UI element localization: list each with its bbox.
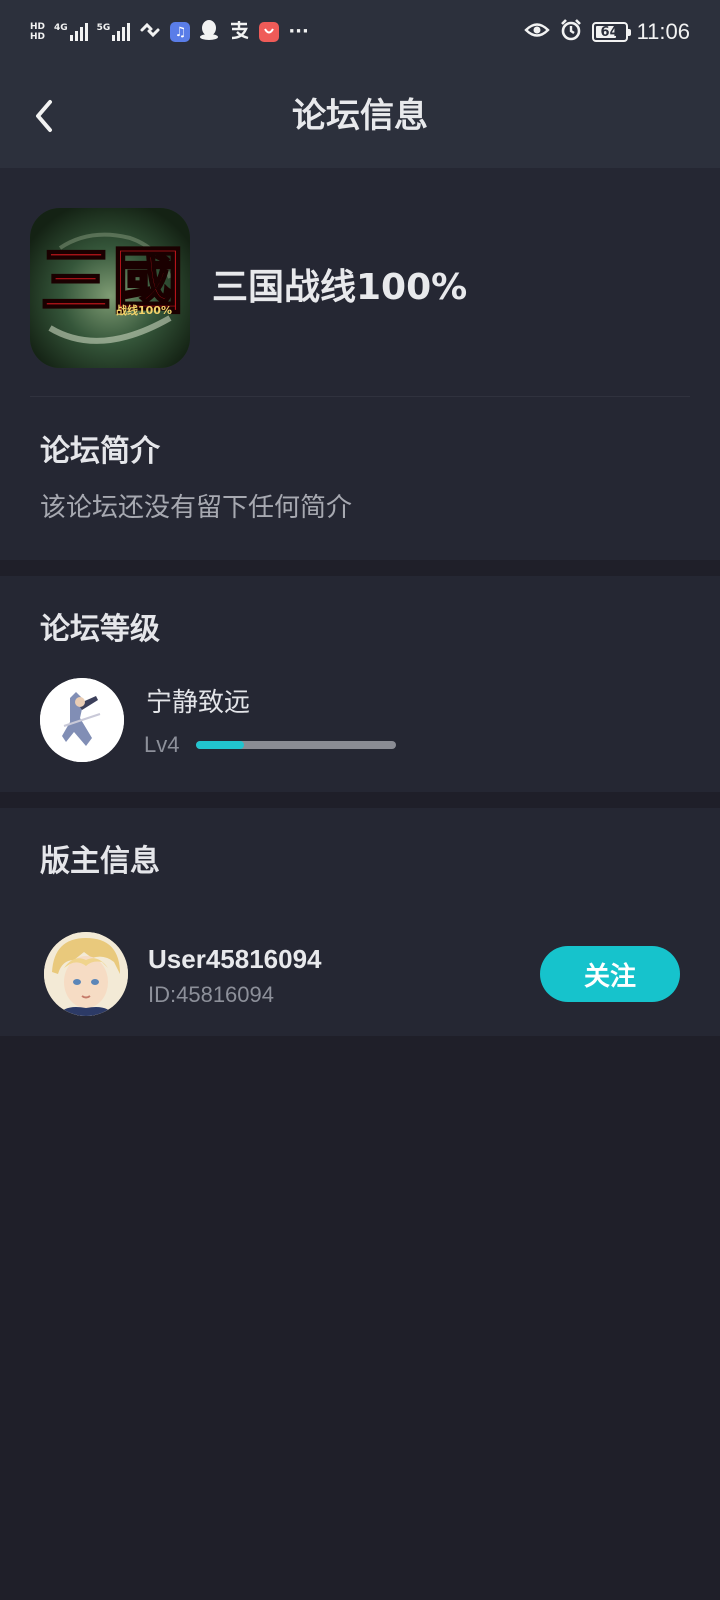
divider (30, 396, 690, 397)
qq-icon (199, 19, 219, 46)
link-icon (139, 21, 161, 44)
level-label: Lv4 (144, 732, 180, 757)
signal-5g: 5G (97, 23, 131, 41)
status-left: HD HD 4G 5G ♫ ··· (30, 19, 309, 46)
signal-bars-icon (69, 23, 88, 41)
moderator-card: 版主信息 User45816094 ID:45816094 关注 (0, 808, 720, 1036)
status-right: 64 11:06 (523, 18, 690, 46)
clock: 11:06 (636, 19, 690, 44)
avatar[interactable] (44, 932, 128, 1016)
svg-text:战线100%: 战线100% (116, 303, 172, 317)
moderator-title: 版主信息 (40, 844, 160, 879)
level-progress-bar (196, 741, 396, 749)
eye-icon (523, 21, 550, 43)
avatar[interactable] (40, 678, 124, 762)
forum-level-card: 论坛等级 宁静致远 Lv4 (0, 576, 720, 792)
signal-4g: 4G (54, 23, 88, 41)
intro-text: 该论坛还没有留下任何简介 (40, 493, 353, 523)
shopping-app-icon (259, 22, 280, 42)
music-app-icon: ♫ (170, 22, 191, 42)
forum-name: 三国战线100% (212, 267, 468, 308)
battery-icon: 64 (591, 22, 631, 42)
signal-bars-icon (112, 23, 131, 41)
alipay-icon (228, 20, 250, 45)
forum-info-card: 三國 战线100% 三国战线100% 论坛简介 该论坛还没有留下任何简介 (0, 168, 720, 560)
page-title: 论坛信息 (292, 96, 428, 136)
moderator-id: ID:45816094 (148, 982, 274, 1007)
moderator-name: User45816094 (148, 944, 322, 974)
level-progress-fill (196, 741, 244, 749)
status-bar: HD HD 4G 5G ♫ ··· 64 11:06 (0, 0, 720, 64)
more-notifications-icon: ··· (288, 21, 309, 42)
hd-indicator: HD HD (30, 22, 46, 42)
alarm-icon (559, 18, 583, 46)
intro-title: 论坛简介 (40, 434, 160, 469)
forum-logo: 三國 战线100% (30, 208, 190, 368)
level-user-name: 宁静致远 (146, 688, 251, 718)
follow-button[interactable]: 关注 (540, 946, 680, 1002)
top-app-bar: 论坛信息 (0, 64, 720, 168)
level-title: 论坛等级 (40, 612, 160, 647)
